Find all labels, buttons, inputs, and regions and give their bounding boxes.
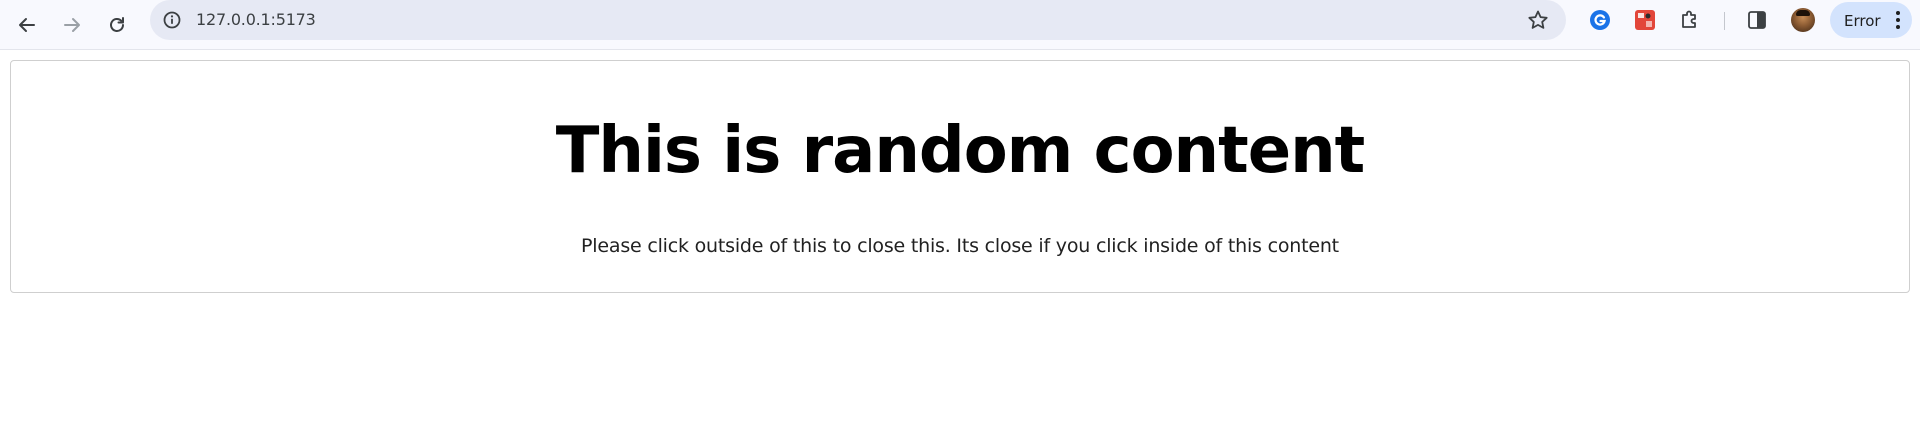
side-panel-icon (1748, 11, 1766, 29)
puzzle-icon (1682, 10, 1696, 28)
reload-button[interactable] (97, 5, 137, 45)
grammarly-icon (1590, 10, 1610, 30)
back-button[interactable] (7, 5, 47, 45)
arrow-left-icon (19, 18, 35, 32)
browser-toolbar: 127.0.0.1:5173 Error (0, 0, 1920, 50)
info-icon (163, 11, 181, 29)
star-icon (1528, 10, 1548, 29)
arrow-right-icon (64, 18, 80, 32)
profile-error-label: Error (1844, 12, 1881, 30)
url-text[interactable]: 127.0.0.1:5173 (196, 10, 316, 29)
bookmark-button[interactable] (1526, 8, 1550, 32)
page-description: Please click outside of this to close th… (581, 235, 1339, 257)
profile-avatar[interactable] (1791, 8, 1815, 32)
page-heading: This is random content (555, 114, 1366, 188)
toolbar-divider (1724, 12, 1725, 30)
side-panel-button[interactable] (1745, 8, 1769, 32)
profile-error-button[interactable]: Error (1830, 2, 1912, 38)
extensions-button[interactable] (1678, 8, 1702, 32)
kebab-menu-icon[interactable] (1896, 11, 1900, 29)
screen-capture-icon (1635, 10, 1655, 30)
content-panel[interactable]: This is random content Please click outs… (10, 60, 1910, 293)
reload-icon (110, 17, 124, 32)
forward-button[interactable] (52, 5, 92, 45)
address-bar[interactable]: 127.0.0.1:5173 (150, 0, 1566, 40)
screen-capture-extension-button[interactable] (1633, 8, 1657, 32)
grammarly-extension-button[interactable] (1588, 8, 1612, 32)
site-info-button[interactable] (160, 8, 184, 32)
